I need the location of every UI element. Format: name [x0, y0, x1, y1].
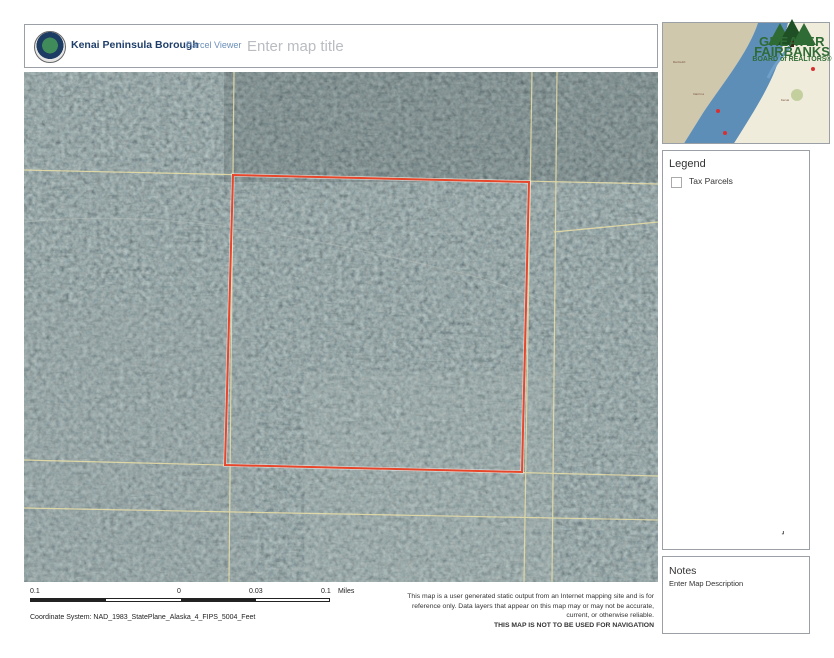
- tax-parcels-label: Tax Parcels: [689, 176, 733, 186]
- logo-line-3: BOARD of REALTORS®: [752, 56, 832, 63]
- disclaimer-line: This map is a user generated static outp…: [407, 593, 654, 600]
- svg-text:Kenai: Kenai: [781, 98, 789, 102]
- scale-label-mid: 0.03: [249, 588, 263, 595]
- aerial-map-image: [23, 71, 659, 583]
- map-description-input[interactable]: Enter Map Description: [669, 579, 743, 588]
- disclaimer-line: current, or otherwise reliable.: [566, 612, 654, 620]
- svg-text:Iliamna: Iliamna: [693, 92, 704, 96]
- brand-subtitle: Parcel Viewer: [186, 40, 242, 50]
- navigation-warning: THIS MAP IS NOT TO BE USED FOR NAVIGATIO…: [494, 621, 654, 629]
- scale-label-right: 0.1: [321, 588, 331, 595]
- borough-seal-icon: [34, 31, 66, 63]
- brand-name: Kenai Peninsula Borough: [71, 39, 199, 51]
- coordinate-system: Coordinate System: NAD_1983_StatePlane_A…: [30, 614, 256, 621]
- map-title-input[interactable]: Enter map title: [247, 38, 344, 55]
- disclaimer-line: reference only. Data layers that appear …: [411, 602, 654, 610]
- scale-unit: Miles: [338, 588, 355, 595]
- aerial-map[interactable]: [23, 71, 659, 583]
- scale-label-zero: 0: [177, 588, 181, 595]
- legend-title: Legend: [669, 158, 706, 170]
- map-footer: 0.1 0 0.03 0.1 Miles Coordinate System: …: [24, 584, 658, 634]
- notes-title: Notes: [669, 565, 697, 577]
- scale-bar: [30, 598, 330, 602]
- map-header: Kenai Peninsula Borough Parcel Viewer En…: [24, 24, 658, 68]
- scale-label-left: 0.1: [30, 588, 40, 595]
- tax-parcels-checkbox[interactable]: [671, 177, 682, 188]
- legend-resize-handle[interactable]: ⸥: [781, 525, 785, 536]
- notes-panel: Notes Enter Map Description: [662, 556, 810, 634]
- disclaimer: This map is a user generated static outp…: [392, 592, 654, 630]
- legend-panel: Legend Tax Parcels ⸥: [662, 150, 810, 550]
- svg-text:Redoubt: Redoubt: [673, 60, 686, 64]
